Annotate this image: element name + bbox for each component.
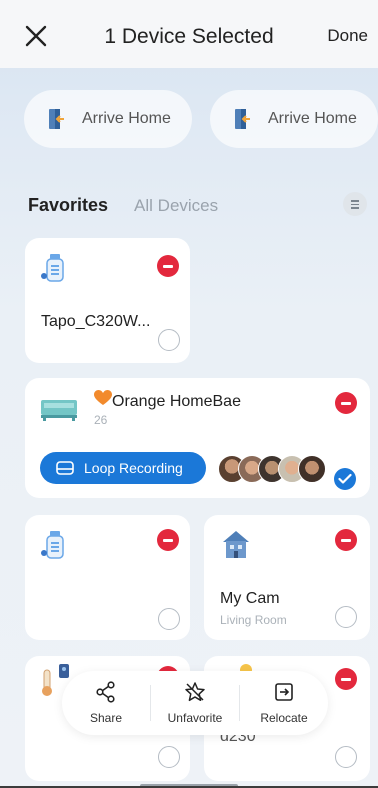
top-bar: 1 Device Selected Done	[0, 0, 378, 68]
device-subtitle: 26	[94, 413, 108, 427]
check-icon	[338, 473, 352, 484]
select-radio[interactable]	[158, 329, 180, 351]
device-subtitle: Living Room	[220, 613, 287, 627]
storage-icon	[56, 461, 74, 475]
remove-favorite-button[interactable]	[335, 392, 357, 414]
scene-label: Arrive Home	[268, 110, 357, 127]
select-radio[interactable]	[158, 608, 180, 630]
relocate-label: Relocate	[260, 711, 308, 725]
device-tabs: Favorites All Devices	[28, 195, 218, 216]
tab-all-devices[interactable]: All Devices	[134, 196, 218, 216]
device-name: Tapo_C320W...	[41, 313, 151, 330]
avatar	[298, 455, 326, 483]
loop-recording-button[interactable]: Loop Recording	[40, 452, 206, 484]
selection-action-bar: Share Unfavorite Relocate	[62, 671, 328, 735]
select-radio-checked[interactable]	[334, 468, 356, 490]
hub-icon	[41, 400, 77, 421]
unfavorite-star-icon	[185, 682, 205, 702]
remove-favorite-button[interactable]	[335, 668, 357, 690]
device-card-camera[interactable]	[25, 515, 190, 640]
orange-heart-icon	[94, 390, 112, 405]
remove-favorite-button[interactable]	[157, 529, 179, 551]
share-button[interactable]: Share	[62, 671, 150, 735]
relocate-button[interactable]: Relocate	[240, 671, 328, 735]
device-name: Orange HomeBae	[112, 393, 241, 410]
home-camera-icon	[223, 531, 249, 558]
door-arrive-icon	[49, 109, 64, 129]
loop-recording-label: Loop Recording	[84, 460, 183, 476]
scene-arrive-home-1[interactable]: Arrive Home	[24, 90, 192, 148]
device-card-my-cam[interactable]: My Cam Living Room	[204, 515, 370, 640]
share-icon	[96, 681, 115, 703]
close-button[interactable]	[22, 22, 50, 50]
close-icon	[25, 25, 47, 47]
tab-favorites[interactable]: Favorites	[28, 195, 108, 216]
page-title: 1 Device Selected	[104, 25, 274, 48]
share-label: Share	[89, 711, 123, 725]
camera-icon	[41, 254, 64, 282]
device-name: My Cam	[220, 590, 280, 607]
scene-arrive-home-2[interactable]: Arrive Home	[210, 90, 378, 148]
list-icon	[351, 200, 359, 202]
remove-favorite-button[interactable]	[335, 529, 357, 551]
door-arrive-icon	[235, 109, 250, 129]
device-card-tapo[interactable]: Tapo_C320W...	[25, 238, 190, 363]
relocate-icon	[275, 683, 293, 701]
scene-label: Arrive Home	[82, 110, 171, 127]
list-view-button[interactable]	[343, 192, 367, 216]
shared-users-avatars[interactable]	[218, 455, 326, 485]
camera-icon	[41, 531, 64, 559]
remove-favorite-button[interactable]	[157, 255, 179, 277]
unfavorite-button[interactable]: Unfavorite	[151, 671, 239, 735]
select-radio[interactable]	[335, 746, 357, 768]
unfavorite-label: Unfavorite	[167, 711, 223, 725]
select-radio[interactable]	[158, 746, 180, 768]
done-button[interactable]: Done	[327, 26, 368, 46]
select-radio[interactable]	[335, 606, 357, 628]
